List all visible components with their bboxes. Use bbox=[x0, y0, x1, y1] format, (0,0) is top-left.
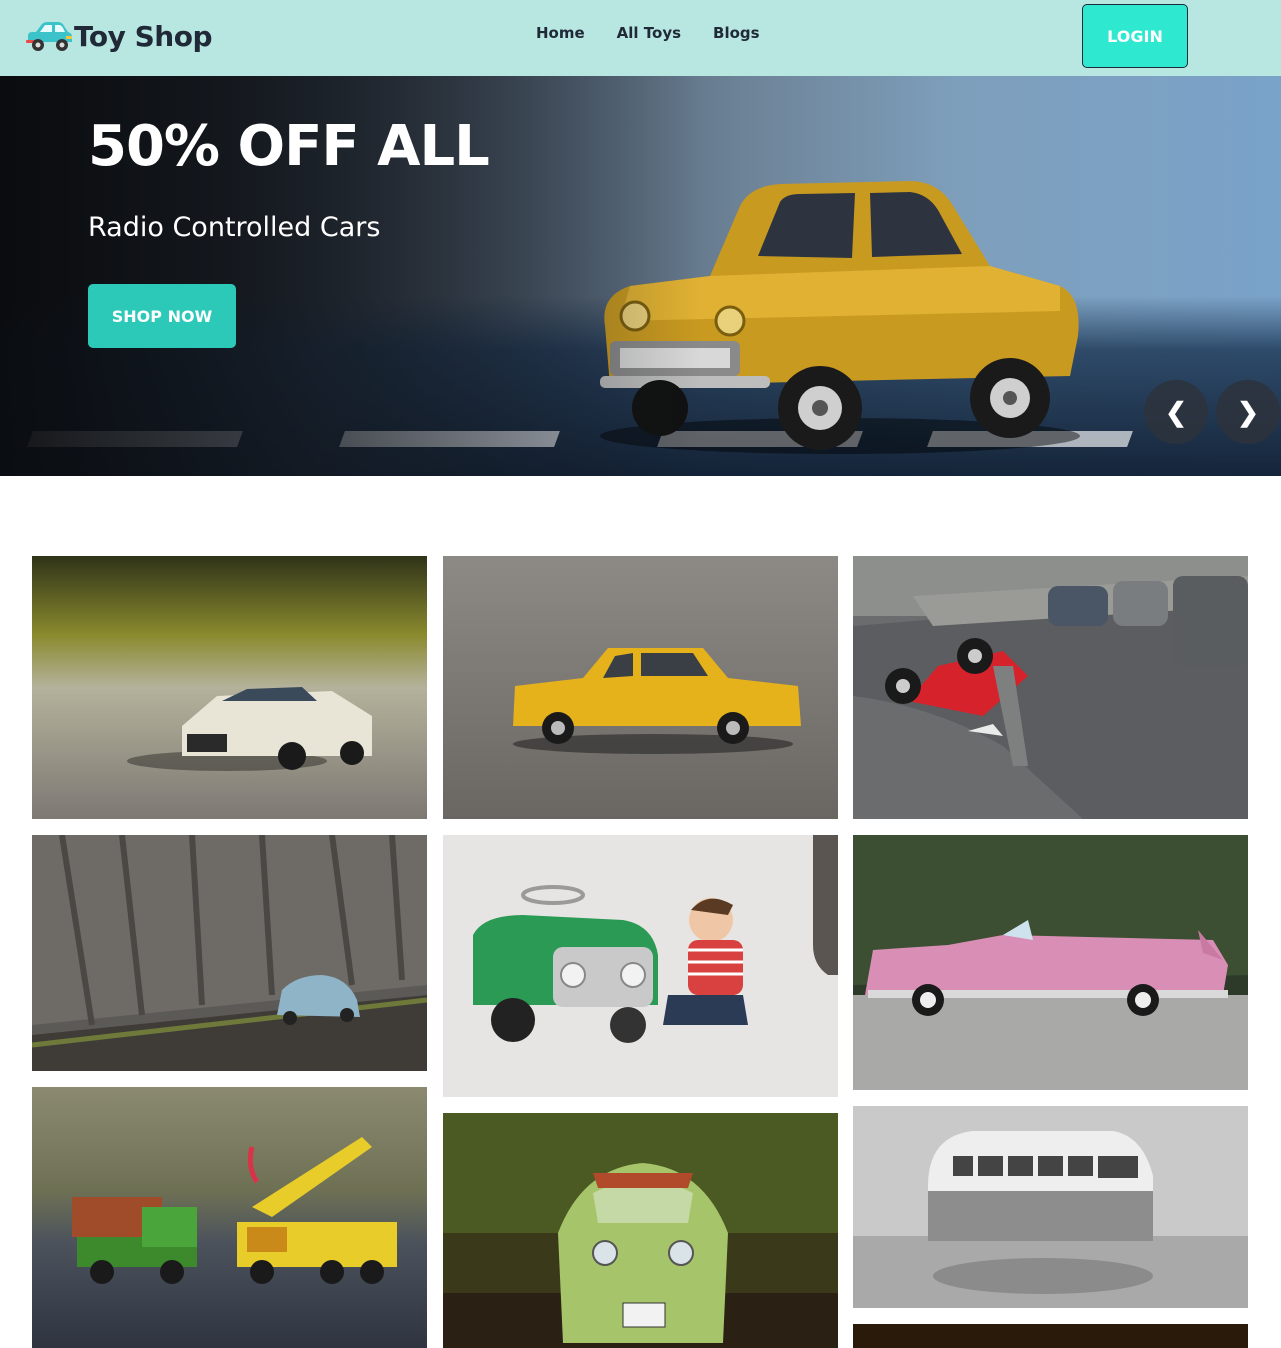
carousel-prev-button[interactable]: ❮ bbox=[1144, 380, 1208, 444]
hero-carousel: 50% OFF ALL Radio Controlled Cars SHOP N… bbox=[0, 76, 1281, 476]
toy-car-icon bbox=[24, 18, 74, 54]
navbar: Toy Shop Home All Toys Blogs LOGIN bbox=[0, 0, 1281, 76]
brand-logo[interactable]: Toy Shop bbox=[24, 16, 213, 56]
gallery-image-toy-trucks[interactable] bbox=[32, 1087, 427, 1348]
gallery-image-lego-car[interactable] bbox=[32, 556, 427, 819]
hero-title: 50% OFF ALL bbox=[88, 114, 490, 179]
brand-name: Toy Shop bbox=[74, 19, 213, 53]
gallery-image-yellow-sedan[interactable] bbox=[443, 556, 838, 819]
nav-all-toys[interactable]: All Toys bbox=[617, 24, 681, 42]
gallery-image-vw-bus[interactable] bbox=[853, 1106, 1248, 1308]
carousel-next-button[interactable]: ❯ bbox=[1216, 380, 1280, 444]
gallery-image-pink-convertible[interactable] bbox=[853, 835, 1248, 1090]
login-button[interactable]: LOGIN bbox=[1082, 4, 1188, 68]
gallery-image-child-pedal-car[interactable] bbox=[443, 835, 838, 1097]
shop-now-button[interactable]: SHOP NOW bbox=[88, 284, 236, 348]
main-nav: Home All Toys Blogs bbox=[536, 24, 760, 42]
nav-blogs[interactable]: Blogs bbox=[713, 24, 760, 42]
hero-subtitle: Radio Controlled Cars bbox=[88, 212, 381, 243]
gallery-image-blue-car-wood[interactable] bbox=[32, 835, 427, 1071]
nav-home[interactable]: Home bbox=[536, 24, 585, 42]
gallery-image-red-toy-car[interactable] bbox=[853, 556, 1248, 819]
gallery-image-partial[interactable] bbox=[853, 1324, 1248, 1348]
gallery-image-bubble-car[interactable] bbox=[443, 1113, 838, 1348]
